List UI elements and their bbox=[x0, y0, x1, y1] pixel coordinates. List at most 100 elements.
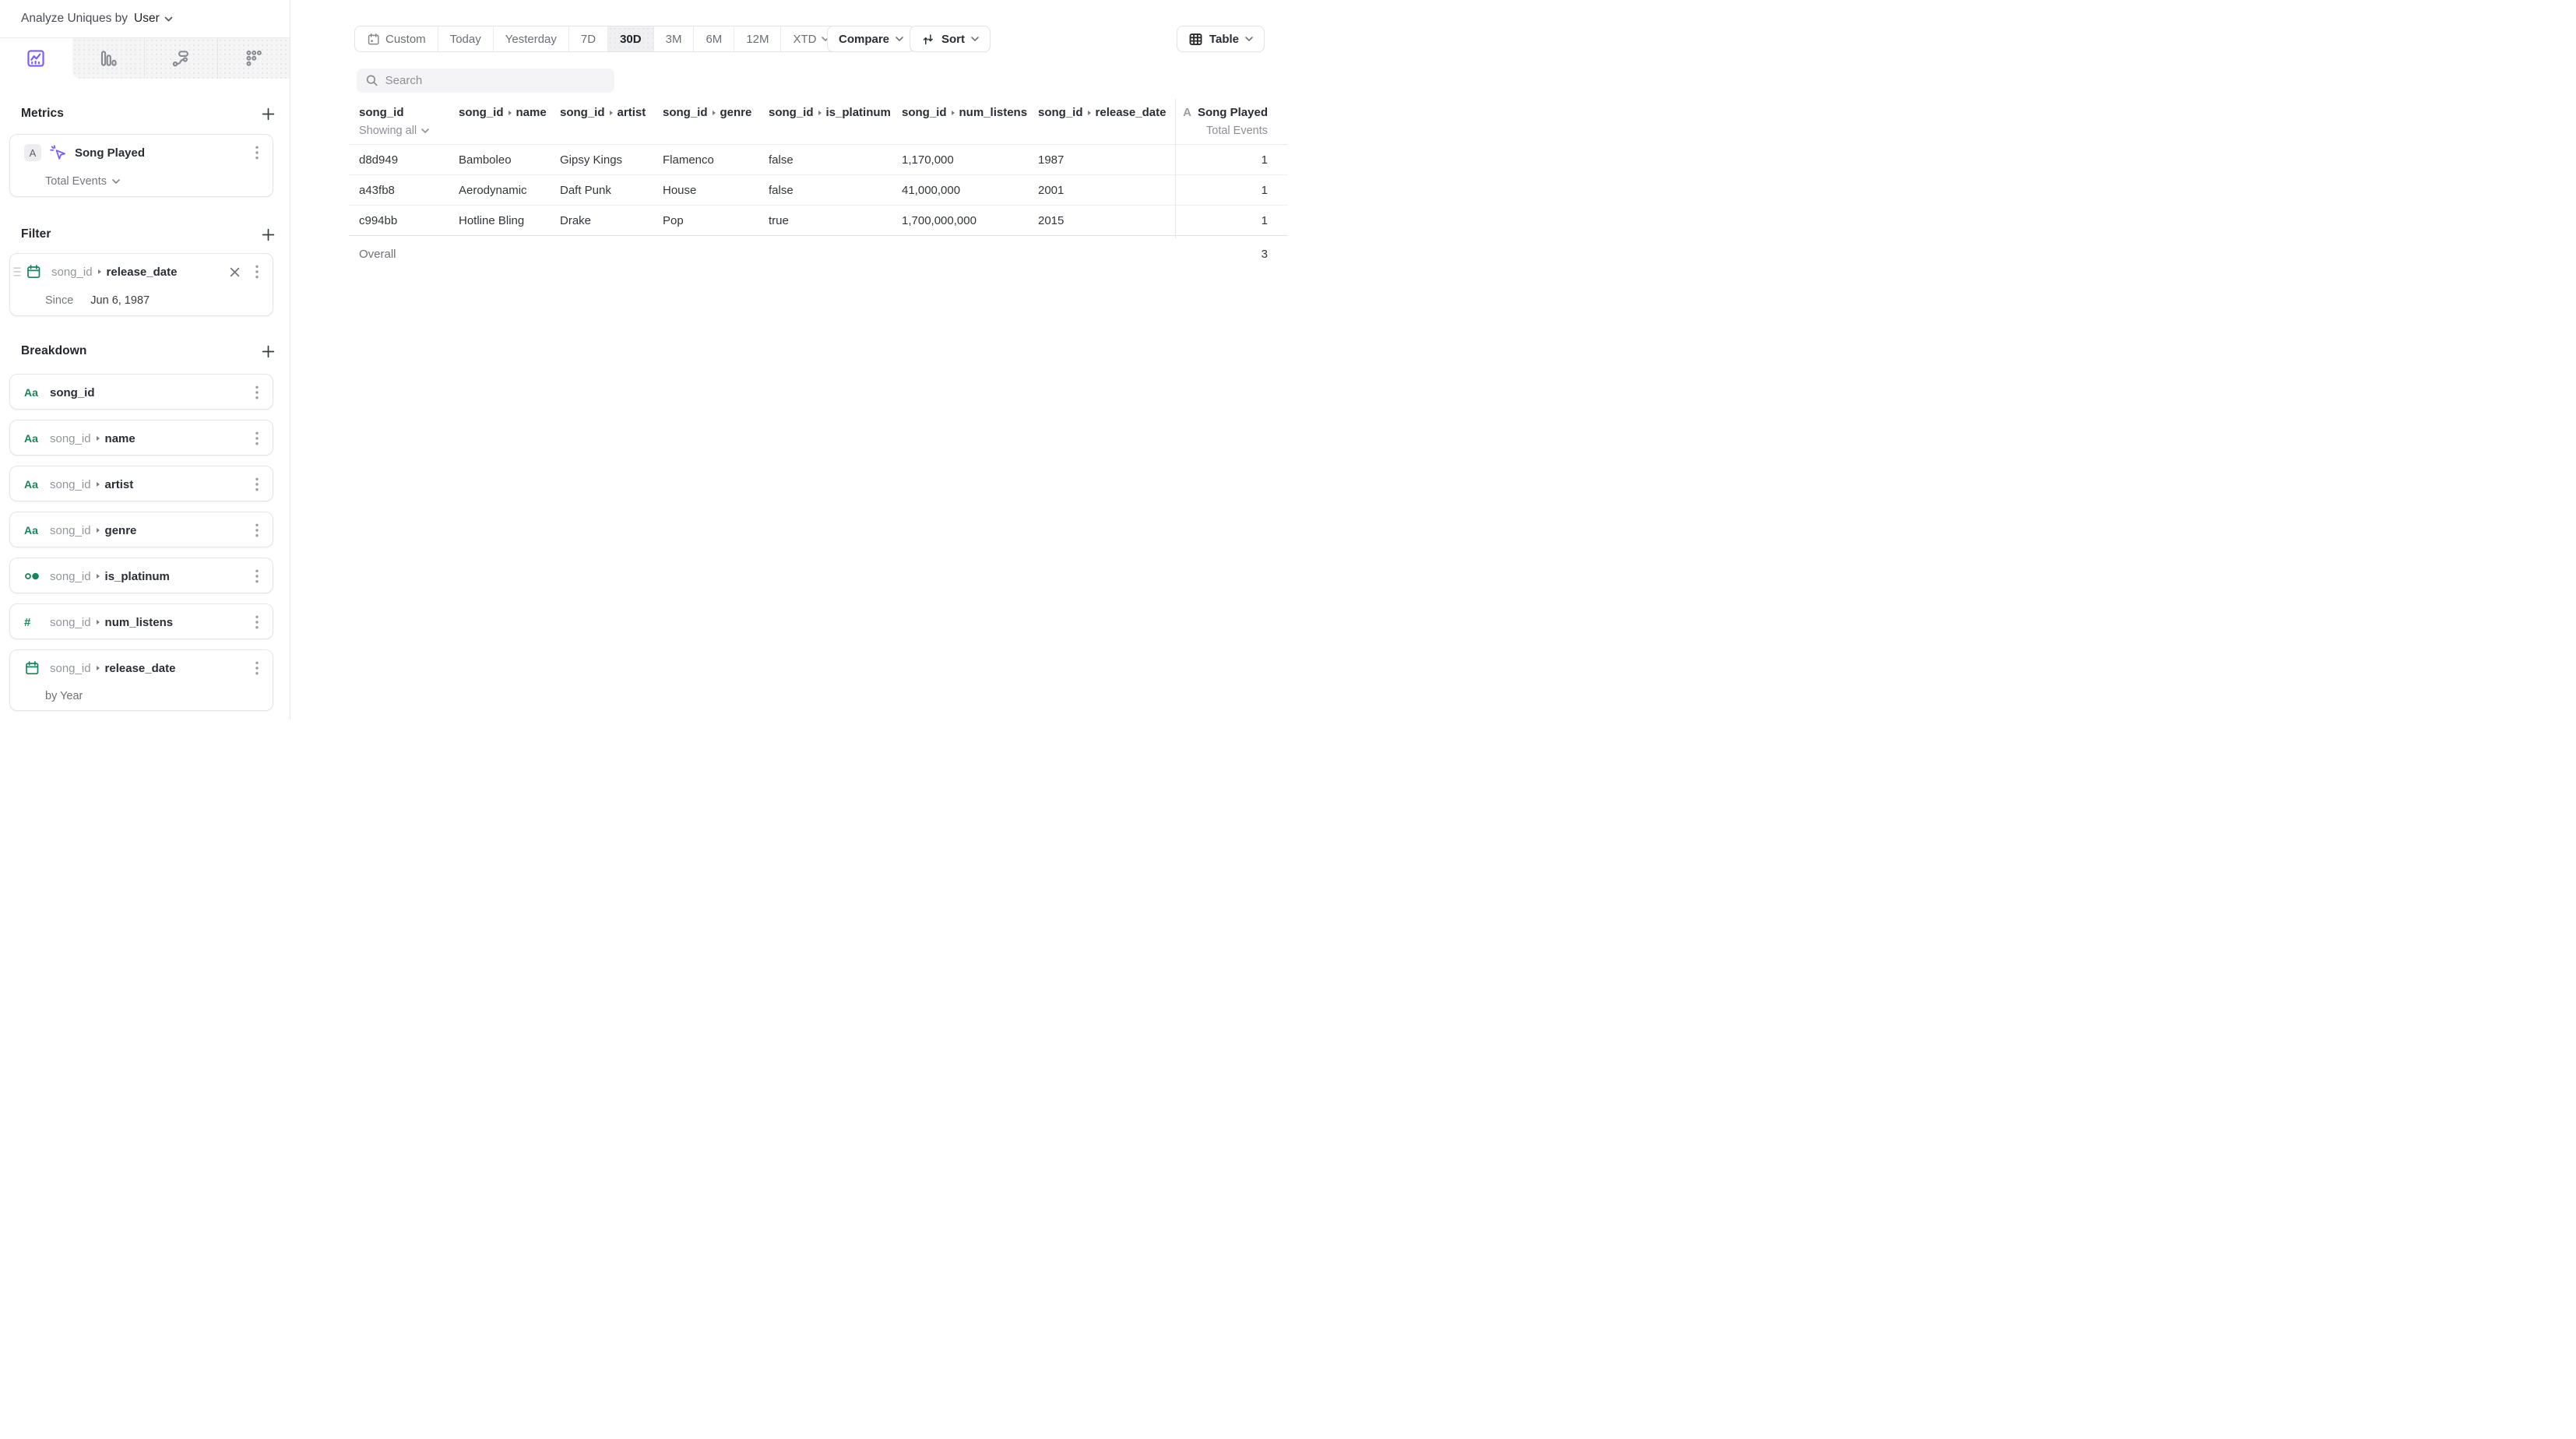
breakdown-more-button[interactable] bbox=[251, 474, 263, 494]
filter-more-button[interactable] bbox=[251, 262, 263, 282]
showing-all-dropdown[interactable]: Showing all bbox=[359, 125, 459, 137]
range-6m[interactable]: 6M bbox=[693, 26, 734, 51]
text-type-icon: Aa bbox=[24, 386, 43, 399]
bar-chart-icon bbox=[98, 48, 118, 69]
filter-operator: Since bbox=[45, 294, 73, 307]
filter-card[interactable]: song_id release_date Since Jun 6, 1987 bbox=[9, 253, 273, 316]
metric-card[interactable]: A Song Played Total Events bbox=[9, 134, 273, 197]
cell-release-date: 2001 bbox=[1038, 175, 1175, 205]
metric-measure-dropdown[interactable]: Total Events bbox=[10, 171, 273, 192]
breakdown-more-button[interactable] bbox=[251, 566, 263, 586]
breakdown-card[interactable]: # song_id num_listens bbox=[9, 603, 273, 639]
sort-arrows-icon bbox=[921, 32, 935, 46]
calendar-icon bbox=[24, 660, 43, 676]
plus-icon bbox=[262, 107, 275, 121]
cell-is-platinum: false bbox=[769, 145, 902, 174]
range-custom[interactable]: Custom bbox=[355, 26, 438, 51]
column-header[interactable]: song_idis_platinum bbox=[769, 106, 902, 119]
breakdown-section-header: Breakdown bbox=[21, 343, 276, 359]
range-30d[interactable]: 30D bbox=[607, 26, 653, 51]
drag-handle-icon[interactable] bbox=[13, 266, 21, 277]
triangle-right-icon bbox=[97, 482, 100, 487]
breakdown-card[interactable]: Aa song_id bbox=[9, 374, 273, 410]
triangle-right-icon bbox=[713, 111, 716, 115]
range-today[interactable]: Today bbox=[438, 26, 493, 51]
kebab-icon bbox=[255, 431, 259, 445]
column-header[interactable]: song_idrelease_date bbox=[1038, 106, 1175, 119]
column-header[interactable]: song_idartist bbox=[560, 106, 663, 119]
table-row[interactable]: a43fb8 Aerodynamic Daft Punk House false… bbox=[349, 175, 1288, 206]
breakdown-more-button[interactable] bbox=[251, 428, 263, 449]
text-type-icon: Aa bbox=[24, 432, 43, 445]
tab-dots-funnel[interactable] bbox=[217, 38, 290, 79]
close-icon bbox=[230, 267, 240, 277]
triangle-right-icon bbox=[98, 269, 101, 274]
triangle-right-icon bbox=[610, 111, 613, 115]
tab-line-chart[interactable] bbox=[0, 38, 72, 79]
kebab-icon bbox=[255, 477, 259, 491]
filter-condition[interactable]: Since Jun 6, 1987 bbox=[10, 290, 273, 311]
range-12m[interactable]: 12M bbox=[734, 26, 780, 51]
triangle-right-icon bbox=[97, 574, 100, 579]
breakdown-card[interactable]: Aa song_id artist bbox=[9, 466, 273, 501]
results-table: song_id Showing all song_idname song_ida… bbox=[349, 99, 1288, 272]
range-yesterday[interactable]: Yesterday bbox=[493, 26, 568, 51]
breakdown-more-button[interactable] bbox=[251, 612, 263, 632]
triangle-right-icon bbox=[509, 111, 512, 115]
analyze-header: Analyze Uniques by User bbox=[21, 10, 279, 27]
overall-value: 3 bbox=[1175, 236, 1288, 272]
cell-num-listens: 41,000,000 bbox=[902, 175, 1038, 205]
remove-filter-button[interactable] bbox=[227, 264, 243, 280]
view-type-button[interactable]: Table bbox=[1177, 26, 1265, 52]
breakdown-card[interactable]: song_id is_platinum bbox=[9, 558, 273, 593]
chevron-down-icon bbox=[971, 37, 979, 41]
table-search[interactable] bbox=[357, 69, 614, 93]
kebab-icon bbox=[255, 523, 259, 537]
cell-song-id: a43fb8 bbox=[349, 175, 459, 205]
column-header[interactable]: song_idgenre bbox=[663, 106, 769, 119]
breakdown-bucket[interactable]: by Year bbox=[10, 686, 273, 706]
text-type-icon: Aa bbox=[24, 478, 43, 491]
add-metric-button[interactable] bbox=[260, 106, 276, 122]
flow-icon bbox=[171, 48, 191, 69]
number-type-icon: # bbox=[24, 616, 43, 629]
kebab-icon bbox=[255, 265, 259, 279]
cell-metric-value: 1 bbox=[1175, 175, 1288, 205]
sort-button[interactable]: Sort bbox=[910, 26, 991, 52]
add-breakdown-button[interactable] bbox=[260, 343, 276, 360]
metric-column-header[interactable]: ASong Played bbox=[1175, 106, 1268, 119]
metric-more-button[interactable] bbox=[251, 142, 263, 163]
cell-artist: Drake bbox=[560, 206, 663, 235]
filter-value: Jun 6, 1987 bbox=[90, 294, 150, 307]
tab-bar-chart[interactable] bbox=[72, 38, 145, 79]
metric-card-row: A Song Played bbox=[10, 135, 273, 171]
path-prefix: song_id bbox=[50, 616, 91, 629]
kebab-icon bbox=[255, 146, 259, 160]
chevron-down-icon bbox=[164, 16, 173, 22]
range-7d[interactable]: 7D bbox=[568, 26, 607, 51]
column-header[interactable]: song_idnum_listens bbox=[902, 106, 1038, 119]
cell-num-listens: 1,700,000,000 bbox=[902, 206, 1038, 235]
breakdown-card[interactable]: Aa song_id name bbox=[9, 420, 273, 456]
column-header[interactable]: song_id bbox=[359, 106, 459, 119]
breakdown-more-button[interactable] bbox=[251, 520, 263, 540]
breakdown-more-button[interactable] bbox=[251, 382, 263, 403]
add-filter-button[interactable] bbox=[260, 227, 276, 243]
path-property: name bbox=[105, 432, 135, 445]
breakdown-more-button[interactable] bbox=[251, 658, 263, 678]
query-sidebar: Analyze Uniques by User bbox=[0, 0, 290, 720]
table-row[interactable]: d8d949 Bamboleo Gipsy Kings Flamenco fal… bbox=[349, 145, 1288, 175]
compare-button[interactable]: Compare bbox=[827, 26, 915, 52]
path-prefix: song_id bbox=[50, 524, 91, 537]
breakdown-card[interactable]: Aa song_id genre bbox=[9, 512, 273, 547]
analyze-entity-dropdown[interactable]: User bbox=[134, 12, 173, 26]
analytics-app: Analyze Uniques by User bbox=[0, 0, 1288, 720]
metric-column-divider bbox=[1175, 99, 1176, 238]
range-3m[interactable]: 3M bbox=[653, 26, 694, 51]
search-input[interactable] bbox=[385, 74, 605, 87]
table-row[interactable]: c994bb Hotline Bling Drake Pop true 1,70… bbox=[349, 206, 1288, 236]
breakdown-card[interactable]: song_id release_date by Year bbox=[9, 649, 273, 711]
triangle-right-icon bbox=[97, 620, 100, 625]
tab-flow-chart[interactable] bbox=[144, 38, 217, 79]
column-header[interactable]: song_idname bbox=[459, 106, 560, 119]
